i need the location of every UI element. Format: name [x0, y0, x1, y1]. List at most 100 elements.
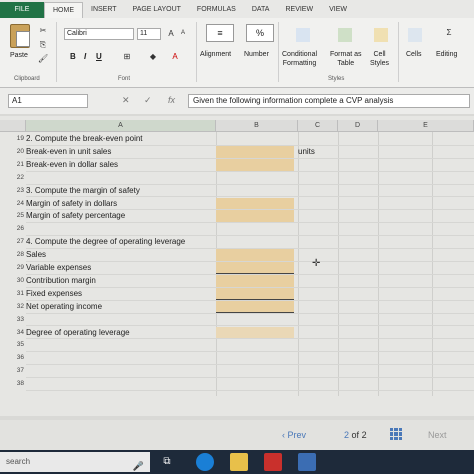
row-number[interactable]: 25	[10, 210, 24, 222]
cell-b-input[interactable]	[216, 172, 294, 184]
alignment-icon[interactable]: ≡	[206, 24, 234, 42]
tab-insert[interactable]: INSERT	[83, 2, 125, 18]
number-button-label[interactable]: Number	[244, 50, 269, 59]
enter-icon[interactable]: ✓	[144, 95, 152, 106]
column-header-e[interactable]: E	[378, 120, 474, 132]
row-number[interactable]: 21	[10, 159, 24, 171]
format-painter-icon[interactable]: 🖌	[38, 54, 48, 63]
cell-b-input[interactable]	[216, 352, 294, 364]
cell-a[interactable]: Break-even in unit sales	[26, 146, 216, 158]
cells-button[interactable]: Cells	[406, 50, 422, 59]
cell-b-input[interactable]	[216, 210, 294, 223]
row-number[interactable]: 24	[10, 198, 24, 210]
cell-b-input[interactable]	[216, 339, 294, 351]
app-icon-blue[interactable]	[298, 453, 316, 471]
fill-color-icon[interactable]: ◆	[148, 52, 158, 61]
tab-formulas[interactable]: FORMULAS	[189, 2, 244, 18]
cell-b-input[interactable]	[216, 287, 294, 300]
copy-icon[interactable]: ⎘	[38, 40, 48, 49]
cell-a[interactable]: Fixed expenses	[26, 288, 216, 300]
row-number[interactable]: 30	[10, 275, 24, 287]
cell-b-input[interactable]	[216, 314, 294, 326]
cell-a[interactable]: Margin of safety percentage	[26, 210, 216, 222]
taskbar-search[interactable]: search 🎤	[0, 452, 150, 472]
cell-b-input[interactable]	[216, 249, 294, 262]
name-box[interactable]: A1	[8, 94, 88, 108]
tab-home[interactable]: HOME	[44, 2, 83, 18]
cell-a[interactable]: Break-even in dollar sales	[26, 159, 216, 171]
row-number[interactable]: 26	[10, 223, 24, 235]
row-number[interactable]: 23	[10, 185, 24, 197]
format-as-table-button[interactable]: Format as Table	[330, 50, 362, 68]
app-icon-red[interactable]	[264, 453, 282, 471]
increase-font-icon[interactable]: A	[166, 29, 176, 38]
row-number[interactable]: 29	[10, 262, 24, 274]
row-number[interactable]: 37	[10, 365, 24, 377]
row-number[interactable]: 31	[10, 288, 24, 300]
insert-function-icon[interactable]: fx	[168, 95, 175, 105]
decrease-font-icon[interactable]: A	[178, 29, 188, 38]
paste-button-label[interactable]: Paste	[10, 52, 28, 59]
borders-icon[interactable]: ⊞	[122, 52, 132, 61]
row-number[interactable]: 27	[10, 236, 24, 248]
cell-b-input[interactable]	[216, 133, 294, 145]
cell-b-input[interactable]	[216, 145, 294, 159]
cell-b-input[interactable]	[216, 365, 294, 377]
format-as-table-icon[interactable]	[338, 28, 352, 42]
row-number[interactable]: 35	[10, 339, 24, 351]
grid-view-icon[interactable]	[390, 428, 402, 440]
cell-b-input[interactable]	[216, 326, 294, 339]
row-number[interactable]: 32	[10, 301, 24, 313]
italic-button[interactable]: I	[84, 52, 86, 61]
cell-b-input[interactable]	[216, 378, 294, 390]
file-explorer-icon[interactable]	[230, 453, 248, 471]
row-number[interactable]: 36	[10, 352, 24, 364]
paste-icon[interactable]	[10, 24, 30, 48]
bold-button[interactable]: B	[70, 52, 76, 61]
row-number[interactable]: 28	[10, 249, 24, 261]
cell-b-input[interactable]	[216, 158, 294, 171]
row-number[interactable]: 34	[10, 327, 24, 339]
row-number[interactable]: 33	[10, 314, 24, 326]
tab-page-layout[interactable]: PAGE LAYOUT	[125, 2, 189, 18]
cell-b-input[interactable]	[216, 262, 294, 275]
cells-icon[interactable]	[408, 28, 422, 42]
cell-b-input[interactable]	[216, 223, 294, 235]
cell-a[interactable]: Contribution margin	[26, 275, 216, 287]
select-all-corner[interactable]	[0, 120, 26, 132]
tab-review[interactable]: REVIEW	[277, 2, 321, 18]
next-sheet-button[interactable]: Next	[428, 430, 447, 440]
conditional-formatting-button[interactable]: Conditional Formatting	[282, 50, 317, 68]
cell-a[interactable]: 2. Compute the break-even point	[26, 133, 216, 145]
row-number[interactable]: 22	[10, 172, 24, 184]
cell-a[interactable]: Net operating income	[26, 301, 216, 313]
cell-styles-icon[interactable]	[374, 28, 388, 42]
cell-a[interactable]: 3. Compute the margin of safety	[26, 185, 216, 197]
editing-icon[interactable]: Σ	[442, 28, 456, 42]
cell-b-input[interactable]	[216, 274, 294, 288]
tab-file[interactable]: FILE	[0, 2, 44, 18]
cell-b-input[interactable]	[216, 185, 294, 197]
formula-input[interactable]: Given the following information complete…	[188, 94, 470, 108]
prev-sheet-button[interactable]: ‹ Prev	[282, 430, 306, 440]
number-format-icon[interactable]: %	[246, 24, 274, 42]
alignment-button-label[interactable]: Alignment	[200, 50, 231, 59]
conditional-formatting-icon[interactable]	[296, 28, 310, 42]
cell-styles-button[interactable]: Cell Styles	[370, 50, 389, 68]
tab-data[interactable]: DATA	[244, 2, 278, 18]
cell-a[interactable]: Degree of operating leverage	[26, 327, 216, 339]
row-number[interactable]: 20	[10, 146, 24, 158]
cell-a[interactable]: Margin of safety in dollars	[26, 198, 216, 210]
editing-button[interactable]: Editing	[436, 50, 457, 59]
edge-browser-icon[interactable]	[196, 453, 214, 471]
column-header-d[interactable]: D	[338, 120, 378, 132]
cell-a[interactable]: Sales	[26, 249, 216, 261]
column-header-a[interactable]: A	[26, 120, 216, 132]
cell-b-input[interactable]	[216, 236, 294, 248]
tab-view[interactable]: VIEW	[321, 2, 355, 18]
column-header-c[interactable]: C	[298, 120, 338, 132]
column-header-b[interactable]: B	[216, 120, 298, 132]
row-number[interactable]: 19	[10, 133, 24, 145]
cut-icon[interactable]: ✂	[38, 26, 48, 35]
cell-b-input[interactable]	[216, 300, 294, 313]
